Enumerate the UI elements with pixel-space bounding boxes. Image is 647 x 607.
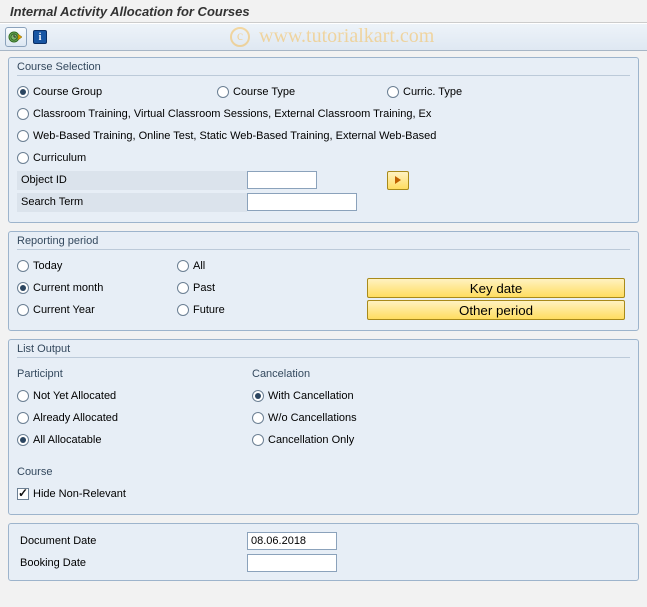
radio-label: Current Year xyxy=(33,304,95,316)
toolbar: i xyxy=(0,23,647,51)
radio-label: Web-Based Training, Online Test, Static … xyxy=(33,130,436,142)
execute-icon xyxy=(8,29,24,45)
subheader-course: Course xyxy=(17,463,630,481)
radio-label: Curric. Type xyxy=(403,86,462,98)
group-list-output: List Output Participnt Not Yet Allocated… xyxy=(8,339,639,515)
radio-label: Already Allocated xyxy=(33,412,118,424)
radio-label: Current month xyxy=(33,282,103,294)
group-reporting-period: Reporting period Today Current month Cur… xyxy=(8,231,639,331)
label-document-date: Document Date xyxy=(17,532,247,551)
button-label: Other period xyxy=(459,303,533,318)
radio-all-allocatable[interactable]: All Allocatable xyxy=(17,434,102,446)
radio-curric-type[interactable]: Curric. Type xyxy=(387,86,462,98)
radio-all[interactable]: All xyxy=(177,260,205,272)
checkbox-hide-non-relevant[interactable]: Hide Non-Relevant xyxy=(17,488,126,500)
radio-label: Past xyxy=(193,282,215,294)
radio-past[interactable]: Past xyxy=(177,282,215,294)
label-object-id: Object ID xyxy=(17,171,247,190)
radio-label: All Allocatable xyxy=(33,434,102,446)
radio-label: Cancellation Only xyxy=(268,434,354,446)
radio-label: Classroom Training, Virtual Classroom Se… xyxy=(33,108,431,120)
title-bar: Internal Activity Allocation for Courses xyxy=(0,0,647,23)
other-period-button[interactable]: Other period xyxy=(367,300,625,320)
label-search-term: Search Term xyxy=(17,193,247,212)
radio-curriculum[interactable]: Curriculum xyxy=(17,152,86,164)
radio-current-month[interactable]: Current month xyxy=(17,282,103,294)
radio-label: Future xyxy=(193,304,225,316)
checkbox-label: Hide Non-Relevant xyxy=(33,488,126,500)
radio-label: Course Type xyxy=(233,86,295,98)
radio-course-group[interactable]: Course Group xyxy=(17,86,217,98)
legend-course-selection: Course Selection xyxy=(17,61,630,76)
key-date-button[interactable]: Key date xyxy=(367,278,625,298)
radio-label: Today xyxy=(33,260,62,272)
radio-wo-cancellations[interactable]: W/o Cancellations xyxy=(252,412,357,424)
arrow-right-icon xyxy=(395,176,401,184)
radio-label: Not Yet Allocated xyxy=(33,390,116,402)
group-course-selection: Course Selection Course Group Course Typ… xyxy=(8,57,639,223)
radio-not-yet-allocated[interactable]: Not Yet Allocated xyxy=(17,390,116,402)
radio-cancellation-only[interactable]: Cancellation Only xyxy=(252,434,354,446)
radio-already-allocated[interactable]: Already Allocated xyxy=(17,412,118,424)
radio-today[interactable]: Today xyxy=(17,260,62,272)
legend-reporting: Reporting period xyxy=(17,235,630,250)
input-search-term[interactable] xyxy=(247,193,357,211)
radio-label: Curriculum xyxy=(33,152,86,164)
subheader-participant: Participnt xyxy=(17,365,252,383)
radio-current-year[interactable]: Current Year xyxy=(17,304,95,316)
radio-classroom[interactable]: Classroom Training, Virtual Classroom Se… xyxy=(17,108,431,120)
radio-label: All xyxy=(193,260,205,272)
input-document-date[interactable] xyxy=(247,532,337,550)
execute-button[interactable] xyxy=(5,27,27,47)
radio-label: Course Group xyxy=(33,86,102,98)
radio-with-cancellation[interactable]: With Cancellation xyxy=(252,390,354,402)
info-button[interactable]: i xyxy=(31,27,49,47)
input-object-id[interactable] xyxy=(247,171,317,189)
legend-list-output: List Output xyxy=(17,343,630,358)
content-area: Course Selection Course Group Course Typ… xyxy=(0,51,647,599)
radio-course-type[interactable]: Course Type xyxy=(217,86,387,98)
input-booking-date[interactable] xyxy=(247,554,337,572)
radio-label: With Cancellation xyxy=(268,390,354,402)
page-title: Internal Activity Allocation for Courses xyxy=(10,4,637,19)
button-label: Key date xyxy=(470,281,523,296)
radio-web-based[interactable]: Web-Based Training, Online Test, Static … xyxy=(17,130,436,142)
radio-future[interactable]: Future xyxy=(177,304,225,316)
group-dates: Document Date Booking Date xyxy=(8,523,639,581)
label-booking-date: Booking Date xyxy=(17,554,247,573)
radio-label: W/o Cancellations xyxy=(268,412,357,424)
subheader-cancellation: Cancelation xyxy=(252,365,512,383)
info-icon: i xyxy=(33,30,47,44)
multiple-selection-button[interactable] xyxy=(387,171,409,190)
